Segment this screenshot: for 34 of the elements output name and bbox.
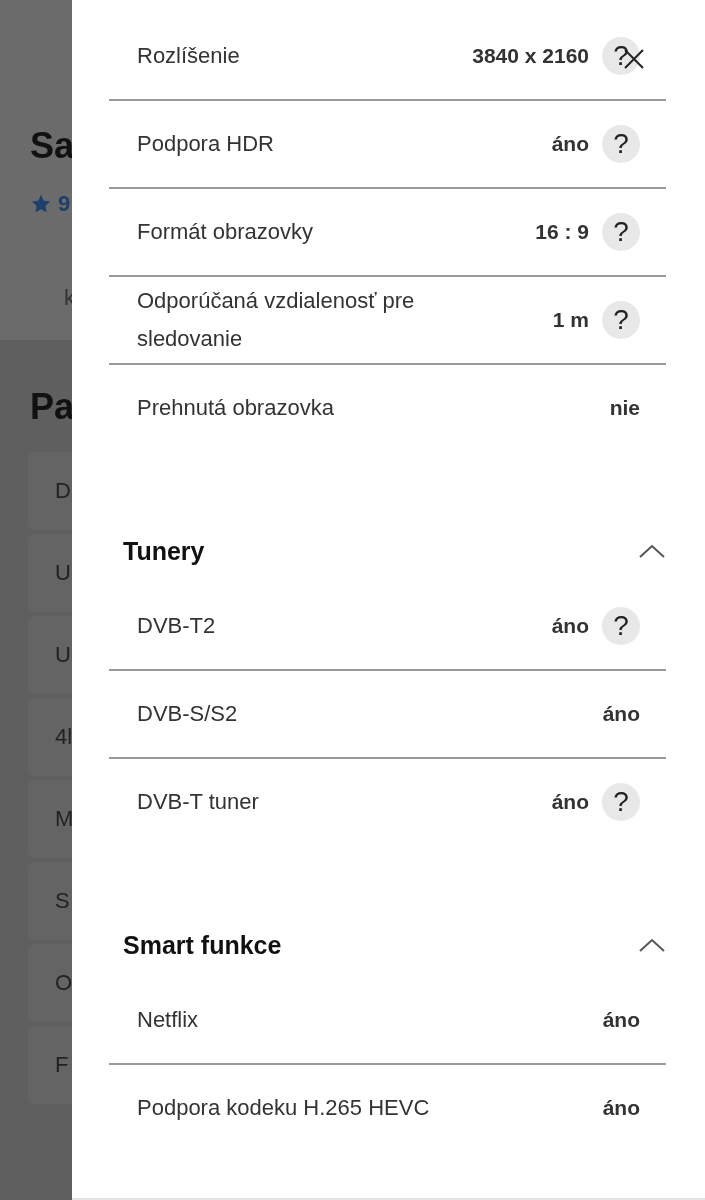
help-button[interactable]: ?: [602, 607, 640, 645]
rating-text: 9: [58, 191, 71, 217]
spec-value: 16 : 9: [535, 220, 589, 244]
spec-label: Formát obrazovky: [137, 218, 315, 246]
chevron-icon[interactable]: [638, 937, 666, 953]
spec-label: Netflix: [137, 1006, 200, 1034]
spec-value: áno: [551, 132, 589, 156]
spec-value: áno: [551, 614, 589, 638]
spec-label: Podpora HDR: [137, 130, 275, 158]
spec-value: nie: [609, 396, 640, 420]
page-heading: Sa: [30, 125, 75, 167]
spec-value: 1 m: [552, 308, 589, 332]
spec-label: DVB-T2: [137, 612, 217, 640]
section-title: Tunery: [123, 536, 205, 566]
spec-value: áno: [551, 790, 589, 814]
help-button[interactable]: ?: [602, 125, 640, 163]
section-title: Smart funkce: [123, 930, 282, 960]
spec-value: áno: [602, 702, 640, 726]
spec-value: áno: [602, 1008, 640, 1032]
help-button[interactable]: ?: [602, 213, 640, 251]
spec-label: DVB-S/S2: [137, 700, 239, 728]
section-heading: Pa: [30, 386, 75, 428]
spec-label: Rozlíšenie: [137, 42, 241, 70]
spec-label: Odporúčaná vzdialenosť pre sledovanie: [137, 287, 416, 353]
help-button[interactable]: ?: [602, 301, 640, 339]
help-button[interactable]: ?: [602, 37, 640, 75]
star-icon: [30, 193, 52, 215]
spec-label: DVB-T tuner: [137, 788, 260, 816]
spec-label: Podpora kodeku H.265 HEVC: [137, 1094, 431, 1122]
spec-value: áno: [602, 1096, 640, 1120]
help-button[interactable]: ?: [602, 783, 640, 821]
spec-label: Prehnutá obrazovka: [137, 394, 335, 422]
spec-value: 3840 x 2160: [472, 44, 589, 68]
chevron-icon[interactable]: [638, 543, 666, 559]
